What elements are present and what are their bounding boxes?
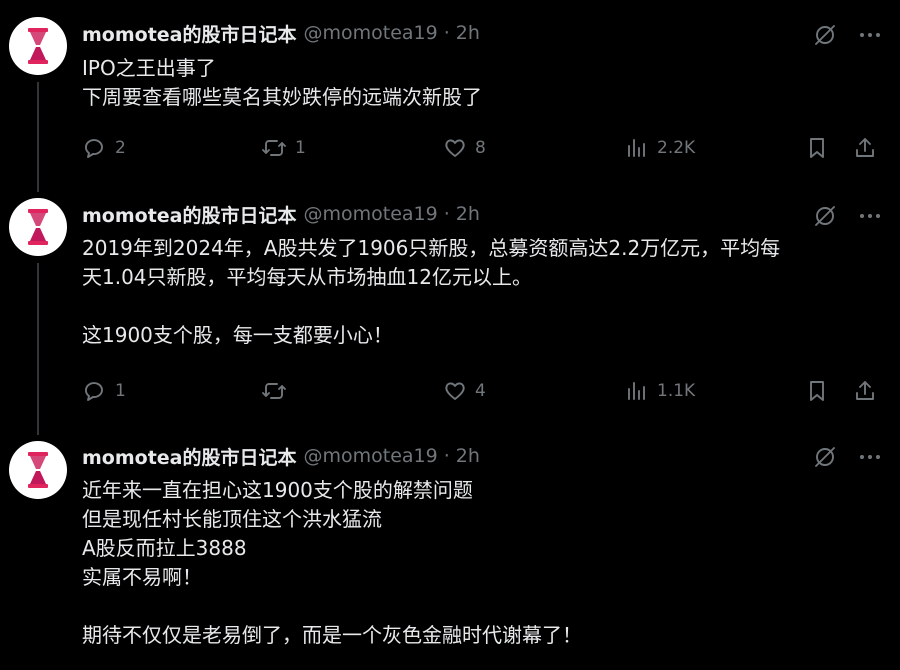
reply-icon bbox=[85, 382, 103, 401]
grok-icon[interactable] bbox=[812, 203, 838, 229]
tweet-text: 2019年到2024年，A股共发了1906只新股，总募资额高达2.2万亿元，平均… bbox=[82, 234, 882, 350]
views-icon bbox=[628, 139, 645, 157]
tweet-text-line: 这1900支个股，每一支都要小心！ bbox=[82, 323, 393, 347]
repost-icon bbox=[262, 383, 286, 399]
reply-icon bbox=[85, 139, 103, 158]
action-bar: 1 4 1.1K bbox=[82, 377, 882, 405]
tweet-text-line: 实属不易啊！ bbox=[82, 565, 202, 589]
author-handle[interactable]: @momotea19 bbox=[304, 203, 438, 225]
separator: · bbox=[443, 203, 450, 225]
share-button[interactable] bbox=[852, 134, 878, 162]
tweet-text: IPO之王出事了 下周要查看哪些莫名其妙跌停的远端次新股了 bbox=[82, 54, 882, 112]
like-button[interactable]: 8 bbox=[442, 134, 486, 162]
bookmark-button[interactable] bbox=[804, 377, 830, 405]
separator: · bbox=[443, 445, 450, 467]
tweet-text-line: 期待不仅仅是老易倒了，而是一个灰色金融时代谢幕了！ bbox=[82, 623, 582, 647]
reply-count: 2 bbox=[115, 138, 126, 158]
timestamp[interactable]: 2h bbox=[456, 22, 480, 44]
grok-icon[interactable] bbox=[812, 444, 838, 470]
grok-icon[interactable] bbox=[812, 22, 838, 48]
tweet-text-line: A股反而拉上3888 bbox=[82, 536, 247, 560]
like-button[interactable]: 4 bbox=[442, 377, 486, 405]
avatar[interactable] bbox=[9, 17, 67, 75]
tweet-text: 近年来一直在担心这1900支个股的解禁问题 但是现任村长能顶住这个洪水猛流 A股… bbox=[82, 476, 882, 650]
tweet-text-line: 2019年到2024年，A股共发了1906只新股，总募资额高达2.2万亿元，平均… bbox=[82, 236, 781, 260]
action-bar: 2 1 8 2.2K bbox=[82, 134, 882, 162]
tweet-text-line: 近年来一直在担心这1900支个股的解禁问题 bbox=[82, 478, 473, 502]
bookmark-button[interactable] bbox=[804, 134, 830, 162]
repost-count: 1 bbox=[295, 138, 306, 158]
hourglass-logo-icon bbox=[28, 209, 48, 245]
reply-button[interactable]: 1 bbox=[82, 377, 126, 405]
views-count: 1.1K bbox=[657, 381, 696, 401]
like-icon bbox=[445, 139, 465, 157]
views-icon bbox=[628, 382, 645, 400]
repost-icon bbox=[262, 140, 286, 156]
tweet-text-line: 但是现任村长能顶住这个洪水猛流 bbox=[82, 507, 382, 531]
bookmark-icon bbox=[810, 381, 824, 401]
bookmark-icon bbox=[810, 138, 824, 158]
like-count: 8 bbox=[475, 138, 486, 158]
share-icon bbox=[856, 381, 874, 400]
separator: · bbox=[443, 22, 450, 44]
author-name[interactable]: momotea的股市日记本 bbox=[82, 20, 297, 47]
hourglass-logo-icon bbox=[28, 28, 48, 64]
share-button[interactable] bbox=[852, 377, 878, 405]
more-icon[interactable] bbox=[858, 445, 882, 469]
more-icon[interactable] bbox=[858, 23, 882, 47]
thread-line bbox=[37, 263, 39, 435]
reply-count: 1 bbox=[115, 381, 126, 401]
thread-line bbox=[37, 82, 39, 192]
timestamp[interactable]: 2h bbox=[456, 445, 480, 467]
views-count: 2.2K bbox=[657, 138, 696, 158]
timestamp[interactable]: 2h bbox=[456, 203, 480, 225]
repost-button[interactable] bbox=[260, 377, 288, 405]
share-icon bbox=[856, 138, 874, 157]
tweet-text-line: 天1.04只新股，平均每天从市场抽血12亿元以上。 bbox=[82, 265, 532, 289]
views-button[interactable]: 1.1K bbox=[624, 377, 695, 405]
author-handle[interactable]: @momotea19 bbox=[304, 445, 438, 467]
tweet-text-line: 下周要查看哪些莫名其妙跌停的远端次新股了 bbox=[82, 85, 482, 109]
author-handle[interactable]: @momotea19 bbox=[304, 22, 438, 44]
views-button[interactable]: 2.2K bbox=[624, 134, 695, 162]
tweet-text-line: IPO之王出事了 bbox=[82, 56, 216, 80]
author-name[interactable]: momotea的股市日记本 bbox=[82, 201, 297, 228]
hourglass-logo-icon bbox=[28, 452, 48, 488]
more-icon[interactable] bbox=[858, 204, 882, 228]
avatar[interactable] bbox=[9, 441, 67, 499]
like-count: 4 bbox=[475, 381, 486, 401]
reply-button[interactable]: 2 bbox=[82, 134, 126, 162]
author-name[interactable]: momotea的股市日记本 bbox=[82, 443, 297, 470]
avatar[interactable] bbox=[9, 198, 67, 256]
like-icon bbox=[445, 382, 465, 400]
repost-button[interactable]: 1 bbox=[260, 134, 306, 162]
